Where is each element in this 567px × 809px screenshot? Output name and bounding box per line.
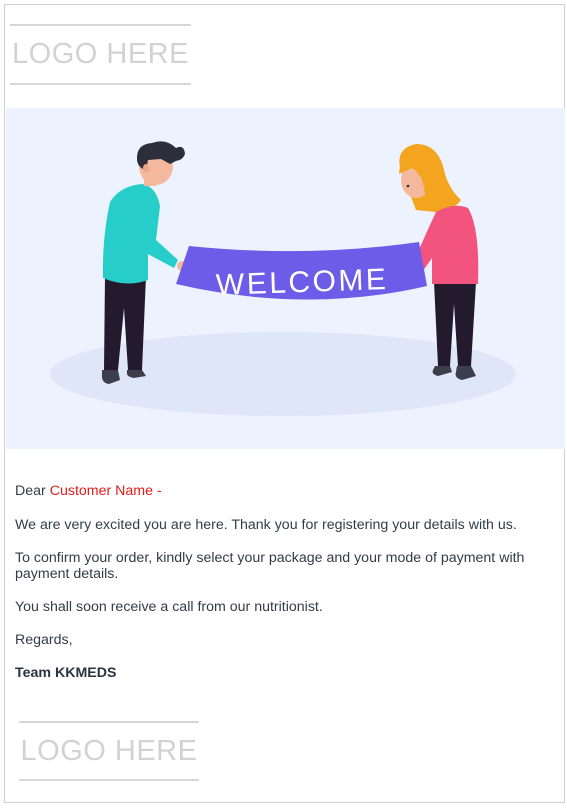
paragraph-nutritionist: You shall soon receive a call from our n…	[15, 599, 323, 615]
welcome-banner-text: WELCOME	[215, 263, 389, 302]
regards-text: Regards,	[15, 632, 73, 648]
welcome-hero-illustration: WELCOME	[6, 108, 565, 449]
greeting-line: Dear Customer Name -	[15, 483, 555, 499]
paragraph-welcome: We are very excited you are here. Thank …	[15, 517, 517, 533]
header-logo: LOGO HERE	[10, 24, 191, 85]
signature-team: Team KKMEDS	[15, 665, 117, 681]
footer-logo: LOGO HERE	[19, 721, 199, 781]
greeting-prefix: Dear	[15, 483, 46, 499]
email-frame: LOGO HERE WELCOME Dear Customer Name - W…	[4, 4, 565, 803]
email-body: Dear Customer Name - We are very excited…	[15, 483, 555, 681]
customer-name: Customer Name -	[49, 483, 162, 499]
paragraph-confirm-order: To confirm your order, kindly select you…	[15, 550, 525, 582]
